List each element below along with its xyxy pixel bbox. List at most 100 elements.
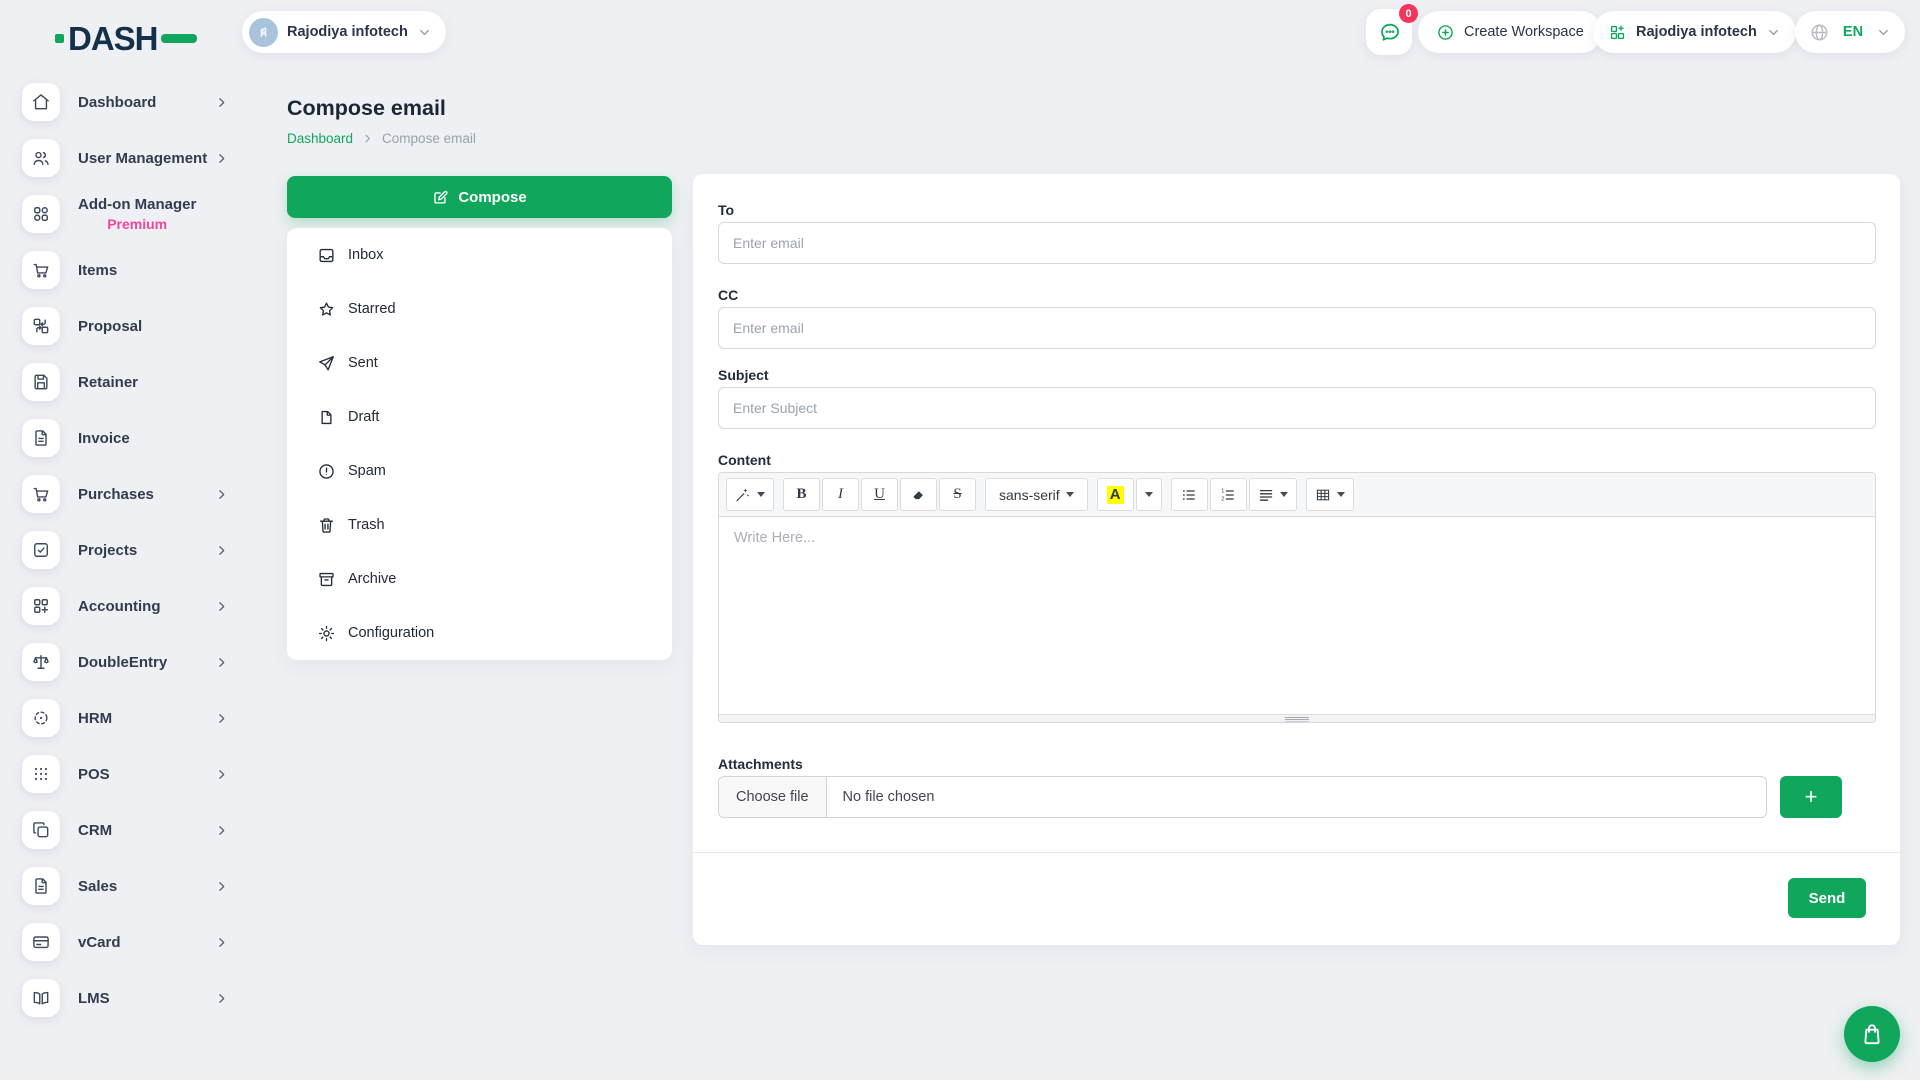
messages-button[interactable]: 0	[1366, 9, 1412, 55]
workspace-selector[interactable]: Rajodiya infotech	[242, 11, 446, 53]
workspace-menu-button[interactable]: Rajodiya infotech	[1593, 11, 1796, 53]
language-selector[interactable]: EN	[1795, 11, 1905, 53]
add-attachment-button[interactable]: +	[1780, 776, 1842, 818]
breadcrumb-dashboard-link[interactable]: Dashboard	[287, 131, 353, 146]
sidebar-item-retainer[interactable]: Retainer	[0, 354, 260, 410]
folder-configuration[interactable]: Configuration	[287, 606, 672, 660]
grid-icon	[22, 195, 60, 233]
scales-icon	[22, 643, 60, 681]
sidebar-item-pos[interactable]: POS	[0, 746, 260, 802]
editor-content-area[interactable]: Write Here...	[719, 517, 1875, 714]
clear-format-button[interactable]	[900, 478, 937, 511]
file-chosen-text: No file chosen	[827, 777, 935, 817]
chevron-right-icon	[215, 544, 228, 557]
chevron-right-icon	[215, 712, 228, 725]
font-family-dropdown[interactable]: sans-serif	[985, 478, 1088, 511]
language-code: EN	[1843, 24, 1863, 40]
create-workspace-button[interactable]: Create Workspace	[1418, 11, 1602, 53]
folder-trash[interactable]: Trash	[287, 498, 672, 552]
attachments-file-input[interactable]: Choose file No file chosen	[718, 776, 1767, 818]
sidebar-item-addon-manager[interactable]: Add-on Manager Premium	[0, 186, 260, 242]
create-workspace-label: Create Workspace	[1464, 24, 1584, 40]
logo-dot	[55, 34, 64, 43]
sidebar-item-doubleentry[interactable]: DoubleEntry	[0, 634, 260, 690]
messages-badge: 0	[1399, 4, 1418, 23]
sidebar-item-label: Accounting	[78, 598, 161, 615]
chevron-down-icon	[417, 25, 432, 40]
numbered-list-icon: 12	[1220, 487, 1236, 503]
folder-spam[interactable]: Spam	[287, 444, 672, 498]
sidebar-item-proposal[interactable]: Proposal	[0, 298, 260, 354]
card-footer-divider	[693, 852, 1900, 853]
rich-text-editor: B I U S sans-serif A	[718, 472, 1876, 723]
folder-label: Sent	[348, 355, 378, 371]
sidebar-item-items[interactable]: Items	[0, 242, 260, 298]
file-icon	[317, 408, 336, 427]
sidebar-item-hrm[interactable]: HRM	[0, 690, 260, 746]
sidebar-item-projects[interactable]: Projects	[0, 522, 260, 578]
underline-button[interactable]: U	[861, 478, 898, 511]
sidebar-item-lms[interactable]: LMS	[0, 970, 260, 1026]
sidebar-item-crm[interactable]: CRM	[0, 802, 260, 858]
sidebar-item-user-management[interactable]: User Management	[0, 130, 260, 186]
align-text-icon	[1258, 487, 1274, 503]
table-button[interactable]	[1306, 478, 1354, 511]
caret-down-icon	[1066, 492, 1074, 497]
to-input[interactable]	[718, 222, 1876, 264]
folder-inbox[interactable]: Inbox	[287, 228, 672, 282]
editor-toolbar: B I U S sans-serif A	[719, 473, 1875, 517]
bold-button[interactable]: B	[783, 478, 820, 511]
strikethrough-button[interactable]: S	[939, 478, 976, 511]
file-text-icon	[22, 867, 60, 905]
cart-icon	[22, 475, 60, 513]
compose-pencil-icon	[432, 189, 449, 206]
grid-plus-icon	[1608, 23, 1627, 42]
table-grid-icon	[1315, 487, 1331, 503]
compose-form-card: To CC Subject Content B I U S	[693, 174, 1900, 945]
compose-button-label: Compose	[458, 189, 526, 206]
folder-sent[interactable]: Sent	[287, 336, 672, 390]
sidebar-item-label: LMS	[78, 990, 110, 1007]
send-button[interactable]: Send	[1788, 878, 1866, 918]
sidebar-item-label: HRM	[78, 710, 112, 727]
magic-wand-icon	[735, 487, 751, 503]
floating-action-button[interactable]	[1844, 1006, 1900, 1062]
editor-resize-handle[interactable]	[719, 714, 1875, 723]
sidebar-item-vcard[interactable]: vCard	[0, 914, 260, 970]
text-color-button[interactable]: A	[1097, 478, 1134, 511]
sidebar-item-label: POS	[78, 766, 110, 783]
ordered-list-button[interactable]: 12	[1210, 478, 1247, 511]
star-icon	[317, 300, 336, 319]
choose-file-button[interactable]: Choose file	[719, 777, 827, 817]
subject-input[interactable]	[718, 387, 1876, 429]
style-dropdown-button[interactable]	[726, 478, 774, 511]
color-dropdown-button[interactable]	[1136, 478, 1162, 511]
sidebar: Dashboard User Management Add-on Manager…	[0, 74, 260, 1026]
chevron-down-icon	[1766, 25, 1781, 40]
check-square-icon	[22, 531, 60, 569]
sidebar-item-invoice[interactable]: Invoice	[0, 410, 260, 466]
folder-label: Inbox	[348, 247, 383, 263]
paragraph-align-button[interactable]	[1249, 478, 1297, 511]
sidebar-item-label: Dashboard	[78, 94, 156, 111]
save-icon	[22, 363, 60, 401]
cc-input[interactable]	[718, 307, 1876, 349]
folder-label: Starred	[348, 301, 396, 317]
svg-text:1: 1	[1221, 488, 1224, 494]
font-family-value: sans-serif	[999, 487, 1060, 503]
brand-logo[interactable]: DASH	[55, 22, 197, 55]
sidebar-item-accounting[interactable]: Accounting	[0, 578, 260, 634]
workspace-menu-label: Rajodiya infotech	[1636, 24, 1757, 40]
sidebar-item-purchases[interactable]: Purchases	[0, 466, 260, 522]
unordered-list-button[interactable]	[1171, 478, 1208, 511]
sidebar-item-dashboard[interactable]: Dashboard	[0, 74, 260, 130]
folder-draft[interactable]: Draft	[287, 390, 672, 444]
swap-squares-icon	[22, 307, 60, 345]
italic-button[interactable]: I	[822, 478, 859, 511]
sidebar-item-label: Proposal	[78, 318, 142, 335]
compose-button[interactable]: Compose	[287, 176, 672, 218]
folder-starred[interactable]: Starred	[287, 282, 672, 336]
sidebar-item-sales[interactable]: Sales	[0, 858, 260, 914]
chevron-right-icon	[215, 768, 228, 781]
folder-archive[interactable]: Archive	[287, 552, 672, 606]
